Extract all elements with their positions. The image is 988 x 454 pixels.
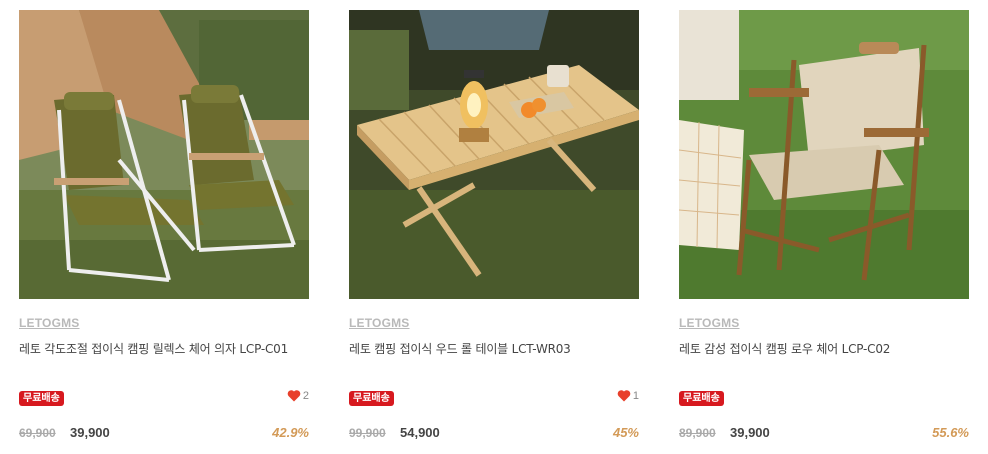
product-card[interactable]: LETOGMS 레토 감성 접이식 캠핑 로우 체어 LCP-C02 무료배송 … — [679, 10, 969, 450]
original-price: 69,900 — [19, 426, 56, 440]
product-grid: LETOGMS 레토 각도조절 접이식 캠핑 릴렉스 체어 의자 LCP-C01… — [19, 10, 969, 450]
brand-link[interactable]: LETOGMS — [349, 316, 410, 330]
product-image-link[interactable] — [349, 10, 639, 299]
discount-rate: 55.6% — [932, 425, 969, 440]
product-title[interactable]: 레토 각도조절 접이식 캠핑 릴렉스 체어 의자 LCP-C01 — [19, 340, 288, 357]
heart-icon — [287, 390, 301, 402]
discount-rate: 42.9% — [272, 425, 309, 440]
product-card[interactable]: LETOGMS 레토 캠핑 접이식 우드 롤 테이블 LCT-WR03 무료배송… — [349, 10, 639, 450]
price-row: 99,900 54,900 45% — [349, 425, 639, 441]
discount-rate: 45% — [612, 425, 639, 440]
like-count: 2 — [302, 389, 309, 402]
product-title[interactable]: 레토 감성 접이식 캠핑 로우 체어 LCP-C02 — [679, 340, 890, 357]
heart-icon — [617, 390, 631, 402]
original-price: 89,900 — [679, 426, 716, 440]
brand-link[interactable]: LETOGMS — [679, 316, 740, 330]
product-image-link[interactable] — [679, 10, 969, 299]
sale-price: 54,900 — [400, 425, 440, 440]
brand-link[interactable]: LETOGMS — [19, 316, 80, 330]
original-price: 99,900 — [349, 426, 386, 440]
sale-price: 39,900 — [70, 425, 110, 440]
price-row: 69,900 39,900 42.9% — [19, 425, 309, 441]
product-title[interactable]: 레토 캠핑 접이식 우드 롤 테이블 LCT-WR03 — [349, 340, 571, 357]
product-card[interactable]: LETOGMS 레토 각도조절 접이식 캠핑 릴렉스 체어 의자 LCP-C01… — [19, 10, 309, 450]
free-shipping-badge: 무료배송 — [19, 391, 64, 406]
free-shipping-badge: 무료배송 — [679, 391, 724, 406]
wood-roll-table-photo — [349, 10, 639, 299]
free-shipping-badge: 무료배송 — [349, 391, 394, 406]
price-row: 89,900 39,900 55.6% — [679, 425, 969, 441]
like-count: 1 — [632, 389, 639, 402]
sale-price: 39,900 — [730, 425, 770, 440]
product-image-link[interactable] — [19, 10, 309, 299]
like-button[interactable]: 2 — [287, 389, 309, 402]
like-button[interactable]: 1 — [617, 389, 639, 402]
folding-relax-chair-photo — [19, 10, 309, 299]
low-chair-photo — [679, 10, 969, 299]
